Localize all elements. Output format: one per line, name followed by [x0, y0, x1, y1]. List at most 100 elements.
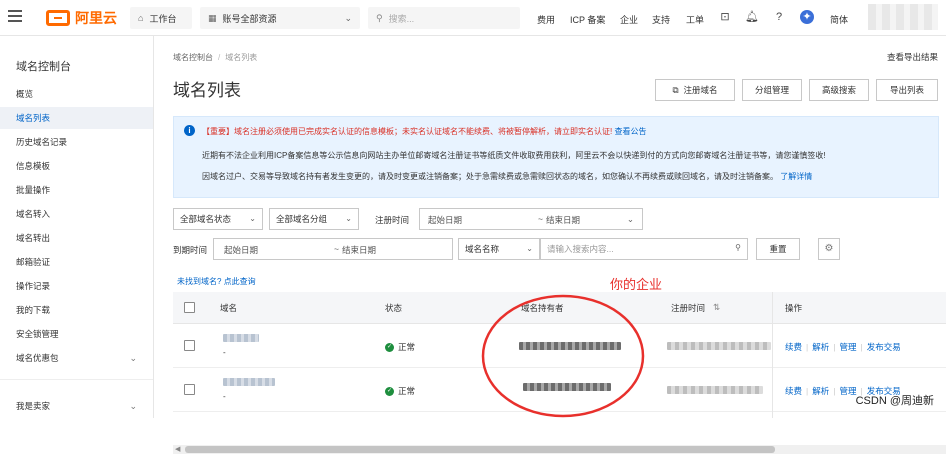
- reg-time-label: 注册时间: [375, 215, 410, 225]
- aliyun-logo[interactable]: 阿里云: [46, 8, 117, 28]
- sidebar-item-seller[interactable]: 我是卖家 ⌄: [0, 395, 153, 417]
- domain-status-select[interactable]: 全部域名状态 ⌄: [173, 208, 263, 230]
- notice-tag: 【重要】: [202, 127, 234, 136]
- breadcrumb-root[interactable]: 域名控制台: [173, 53, 213, 62]
- workbench-label: 工作台: [149, 13, 177, 24]
- export-results-link[interactable]: 查看导出结果: [887, 51, 938, 63]
- reset-button[interactable]: 重置: [756, 238, 800, 260]
- domain-name-redacted[interactable]: [223, 334, 259, 342]
- not-found-query-link[interactable]: 未找到域名? 点此查询: [177, 276, 256, 287]
- sidebar-title: 域名控制台: [16, 61, 71, 73]
- global-search-input[interactable]: ⚲ 搜索...: [368, 7, 520, 29]
- chevron-down-icon: ⌄: [626, 214, 634, 224]
- notice-line-3-text: 因域名过户、交易等导致域名持有者发生变更的，请及时变更或注销备案；处于急需续费或…: [202, 172, 778, 181]
- grid-icon: ▦: [208, 12, 217, 23]
- search-icon: ⚲: [376, 12, 383, 23]
- view-announcement-link[interactable]: 查看公告: [614, 127, 646, 136]
- domain-search-placeholder: 请输入搜索内容...: [547, 244, 614, 254]
- user-avatar[interactable]: [868, 4, 938, 30]
- chevron-down-icon: ⌄: [345, 214, 352, 223]
- col-status: 状态: [385, 303, 403, 313]
- reg-time-redacted: [667, 342, 771, 350]
- sidebar-item-op-log[interactable]: 操作记录: [0, 275, 153, 297]
- breadcrumb: 域名控制台 / 域名列表: [173, 52, 257, 63]
- scroll-left-icon[interactable]: ◀: [175, 445, 180, 453]
- nav-link-icp[interactable]: ICP 备案: [570, 13, 605, 26]
- domain-name-redacted[interactable]: [223, 378, 275, 386]
- nav-link-support[interactable]: 支持: [652, 13, 670, 26]
- reg-end-date: 结束日期: [546, 215, 581, 225]
- important-notice: i 【重要】域名注册必须使用已完成实名认证的信息模板；未实名认证域名不能续费、将…: [173, 116, 939, 198]
- sidebar-divider: [0, 379, 153, 380]
- row-checkbox[interactable]: [184, 340, 195, 351]
- expire-start-date: 起始日期: [224, 245, 259, 255]
- account-resources-button[interactable]: ▦ 账号全部资源 ⌄: [200, 7, 360, 29]
- domain-search-input[interactable]: 请输入搜索内容... ⚲: [540, 238, 748, 260]
- annotation-ellipse-stroke: [481, 294, 645, 418]
- assistant-icon[interactable]: ✦: [800, 10, 814, 24]
- search-icon[interactable]: ⚲: [735, 243, 741, 252]
- status-text: 正常: [398, 386, 416, 396]
- sidebar-item-discount-pack[interactable]: 域名优惠包 ⌄: [0, 347, 153, 369]
- sidebar-item-batch[interactable]: 批量操作: [0, 179, 153, 201]
- domain-group-select[interactable]: 全部域名分组 ⌄: [269, 208, 359, 230]
- sidebar-item-history[interactable]: 历史域名记录: [0, 131, 153, 153]
- annotation-ellipse: [481, 294, 645, 418]
- range-tilde: ~: [538, 214, 543, 224]
- reg-time-redacted: [667, 386, 763, 394]
- main-content: 域名控制台 / 域名列表 查看导出结果 域名列表 ⧉ 注册域名 分组管理 高级搜索 …: [155, 36, 946, 454]
- register-domain-label: 注册域名: [683, 85, 718, 95]
- sort-icon[interactable]: ⇅: [713, 302, 720, 313]
- sidebar-item-security-lock[interactable]: 安全锁管理: [0, 323, 153, 345]
- sidebar-item-transfer-in[interactable]: 域名转入: [0, 203, 153, 225]
- settings-gear-icon[interactable]: ⚙: [818, 238, 840, 260]
- help-icon[interactable]: ?: [772, 10, 786, 24]
- status-text: 正常: [398, 342, 416, 352]
- brand-name: 阿里云: [75, 10, 117, 26]
- select-all-checkbox[interactable]: [184, 302, 195, 313]
- bell-icon[interactable]: 🔔︎: [745, 10, 759, 24]
- language-switch[interactable]: 简体: [830, 13, 848, 26]
- sidebar-item-domain-list[interactable]: 域名列表: [0, 107, 153, 129]
- group-manage-button[interactable]: 分组管理: [742, 79, 802, 101]
- check-circle-icon: ✓: [385, 342, 394, 352]
- search-field-select[interactable]: 域名名称 ⌄: [458, 238, 540, 260]
- account-resources-label: 账号全部资源: [222, 13, 277, 24]
- expire-end-date: 结束日期: [342, 245, 377, 255]
- domain-sub: -: [223, 348, 226, 357]
- nav-link-enterprise[interactable]: 企业: [620, 13, 638, 26]
- chevron-down-icon: ⌄: [249, 214, 256, 223]
- hamburger-menu-icon[interactable]: [8, 10, 24, 24]
- notice-line-3: 因域名过户、交易等导致域名持有者发生变更的，请及时变更或注销备案；处于急需续费或…: [202, 171, 812, 182]
- chevron-down-icon: ⌄: [344, 12, 352, 23]
- domain-status-value: 全部域名状态: [180, 214, 232, 224]
- sidebar-item-downloads[interactable]: 我的下载: [0, 299, 153, 321]
- reg-start-date: 起始日期: [428, 215, 463, 225]
- learn-more-link[interactable]: 了解详情: [780, 172, 812, 181]
- row-checkbox[interactable]: [184, 384, 195, 395]
- check-circle-icon: ✓: [385, 386, 394, 396]
- terminal-icon[interactable]: ⊡: [718, 10, 732, 24]
- col-reg-time: 注册时间: [671, 303, 706, 313]
- sidebar-item-label: 域名优惠包: [16, 353, 59, 363]
- sidebar-item-transfer-out[interactable]: 域名转出: [0, 227, 153, 249]
- reg-date-range-picker[interactable]: 起始日期 ~ 结束日期 ⌄: [419, 208, 643, 230]
- sidebar-item-overview[interactable]: 概览: [0, 83, 153, 105]
- advanced-search-button[interactable]: 高级搜索: [809, 79, 869, 101]
- annotation-label: 你的企业: [610, 277, 663, 292]
- expire-date-range-picker[interactable]: 起始日期 ~ 结束日期: [213, 238, 453, 260]
- horizontal-scrollbar[interactable]: ◀: [173, 445, 946, 454]
- export-list-button[interactable]: 导出列表: [876, 79, 938, 101]
- register-domain-button[interactable]: ⧉ 注册域名: [655, 79, 735, 101]
- nav-link-fees[interactable]: 费用: [537, 13, 555, 26]
- nav-link-tickets[interactable]: 工单: [686, 13, 704, 26]
- notice-line-1: 【重要】域名注册必须使用已完成实名认证的信息模板；未实名认证域名不能续费、将被暂…: [202, 126, 646, 137]
- sidebar-item-email-verify[interactable]: 邮箱验证: [0, 251, 153, 273]
- status-cell: ✓ 正常: [385, 341, 415, 353]
- sidebar-item-templates[interactable]: 信息模板: [0, 155, 153, 177]
- workbench-button[interactable]: ⌂ 工作台: [130, 7, 192, 29]
- scrollbar-thumb[interactable]: [185, 446, 775, 453]
- chevron-down-icon: ⌄: [129, 401, 137, 411]
- domain-group-value: 全部域名分组: [276, 214, 328, 224]
- search-field-value: 域名名称: [465, 244, 500, 254]
